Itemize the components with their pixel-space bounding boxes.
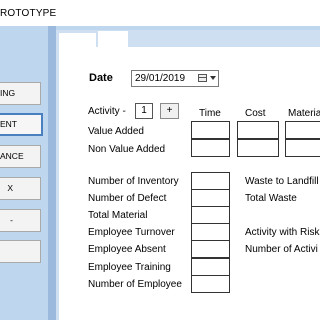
number-of-employee-input[interactable] <box>191 275 230 293</box>
waste-to-landfill-label: Waste to Landfill <box>245 176 319 187</box>
column-header-material: Materia <box>288 108 320 119</box>
non-value-added-material-input[interactable] <box>285 139 320 157</box>
number-of-activity-label: Number of Activi <box>245 244 318 255</box>
non-value-added-time-input[interactable] <box>191 139 230 157</box>
window-title: ROTOTYPE <box>0 8 57 19</box>
column-header-cost: Cost <box>245 108 266 119</box>
tab-1[interactable] <box>59 33 96 47</box>
metric-label: Number of Defect <box>88 193 167 204</box>
add-activity-button[interactable]: + <box>160 103 179 119</box>
date-picker[interactable]: 29/01/2019 <box>131 70 219 87</box>
value-added-label: Value Added <box>88 126 144 137</box>
number-of-inventory-input[interactable] <box>191 172 230 190</box>
title-bar: ROTOTYPE <box>0 0 320 26</box>
tab-2[interactable] <box>98 31 128 47</box>
value-added-material-input[interactable] <box>285 121 320 139</box>
total-material-input[interactable] <box>191 206 230 224</box>
value-added-cost-input[interactable] <box>237 121 279 139</box>
non-value-added-label: Non Value Added <box>88 144 166 155</box>
nav-button-2[interactable]: ENT <box>0 113 43 136</box>
nav-button-6[interactable] <box>0 240 41 263</box>
activity-label: Activity - <box>88 106 126 117</box>
nav-button-1[interactable]: ING <box>0 82 41 105</box>
date-value: 29/01/2019 <box>135 73 186 84</box>
number-of-defect-input[interactable] <box>191 189 230 207</box>
chevron-down-icon[interactable] <box>210 76 216 80</box>
nav-button-3[interactable]: ANCE <box>0 145 41 168</box>
calendar-icon[interactable] <box>198 74 207 82</box>
non-value-added-cost-input[interactable] <box>237 139 279 157</box>
value-added-time-input[interactable] <box>191 121 230 139</box>
metric-label: Number of Employee <box>88 279 182 290</box>
metric-label: Employee Training <box>88 262 171 273</box>
sidebar-divider <box>48 26 56 320</box>
employee-absent-input[interactable] <box>191 240 230 258</box>
activity-number-field[interactable]: 1 <box>135 103 153 119</box>
column-header-time: Time <box>199 108 221 119</box>
date-label: Date <box>89 72 113 84</box>
nav-button-4[interactable]: X <box>0 177 41 200</box>
metric-label: Employee Absent <box>88 244 166 255</box>
employee-turnover-input[interactable] <box>191 223 230 241</box>
activity-with-risk-label: Activity with Risk <box>245 227 320 238</box>
metric-label: Number of Inventory <box>88 176 179 187</box>
nav-button-5[interactable]: - <box>0 209 41 232</box>
total-waste-label: Total Waste <box>245 193 297 204</box>
metric-label: Total Material <box>88 210 148 221</box>
employee-training-input[interactable] <box>191 258 230 276</box>
metric-label: Employee Turnover <box>88 227 175 238</box>
